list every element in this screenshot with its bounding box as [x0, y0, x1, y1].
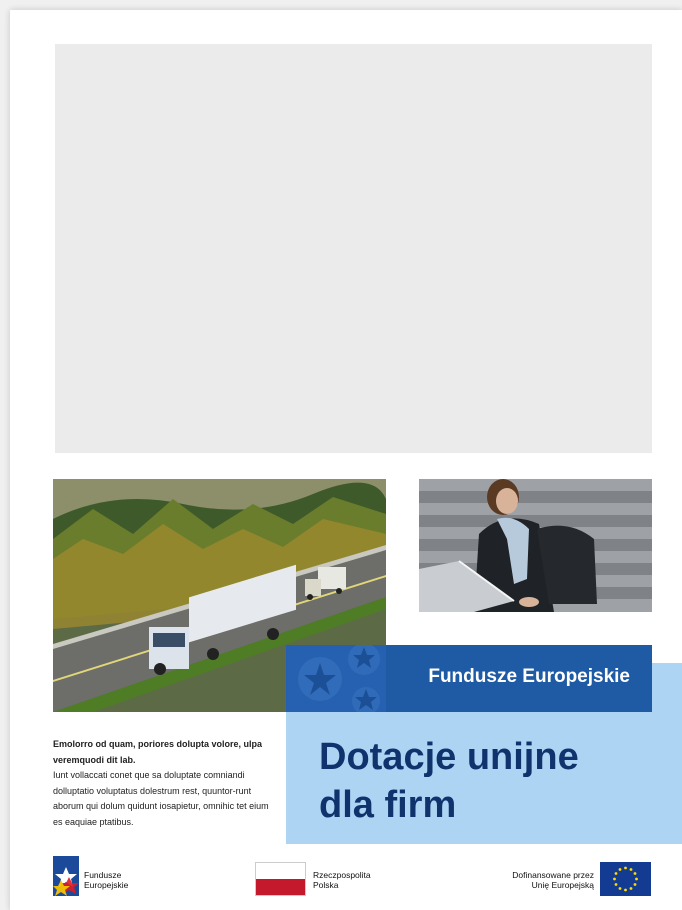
- main-title: Dotacje unijne dla firm: [319, 733, 639, 829]
- body-paragraph: Iunt vollaccati conet que sa doluptate c…: [53, 770, 269, 827]
- body-lead: Emolorro od quam, poriores dolupta volor…: [53, 739, 263, 765]
- fundusze-europejskie-band-overlay: Fundusze Europejskie: [286, 645, 652, 712]
- eu-logo-label: Dofinansowane przez Unię Europejską: [480, 870, 594, 890]
- logo-footer: Fundusze Europejskie Rzeczpospolita Pols…: [10, 850, 682, 900]
- main-title-line2: dla firm: [319, 784, 457, 826]
- eu-logo-line2: Unię Europejską: [531, 880, 594, 890]
- brochure-page: Fundusze Europejskie Fundusze Europejski…: [10, 10, 682, 910]
- fundusze-europejskie-logo: Fundusze Europejskie: [53, 856, 173, 896]
- polish-flag-icon: [255, 862, 306, 896]
- stars-pattern-overlay: [286, 645, 386, 712]
- main-title-line1: Dotacje unijne: [319, 736, 579, 778]
- body-text: Emolorro od quam, poriores dolupta volor…: [53, 737, 278, 830]
- pl-logo-line2: Polska: [313, 880, 339, 890]
- fe-logo-icon: [53, 856, 79, 896]
- pl-logo-line1: Rzeczpospolita: [313, 870, 371, 880]
- student-laptop-photo: [419, 479, 652, 612]
- eu-flag-icon: [600, 862, 651, 896]
- fe-band-title-overlay: Fundusze Europejskie: [428, 666, 630, 687]
- pl-logo-label: Rzeczpospolita Polska: [313, 870, 403, 890]
- fe-logo-line2: Europejskie: [84, 880, 129, 890]
- fe-logo-label: Fundusze Europejskie: [84, 870, 128, 890]
- hero-image-placeholder: [55, 44, 652, 453]
- fe-logo-line1: Fundusze: [84, 870, 122, 880]
- eu-logo-line1: Dofinansowane przez: [512, 870, 594, 880]
